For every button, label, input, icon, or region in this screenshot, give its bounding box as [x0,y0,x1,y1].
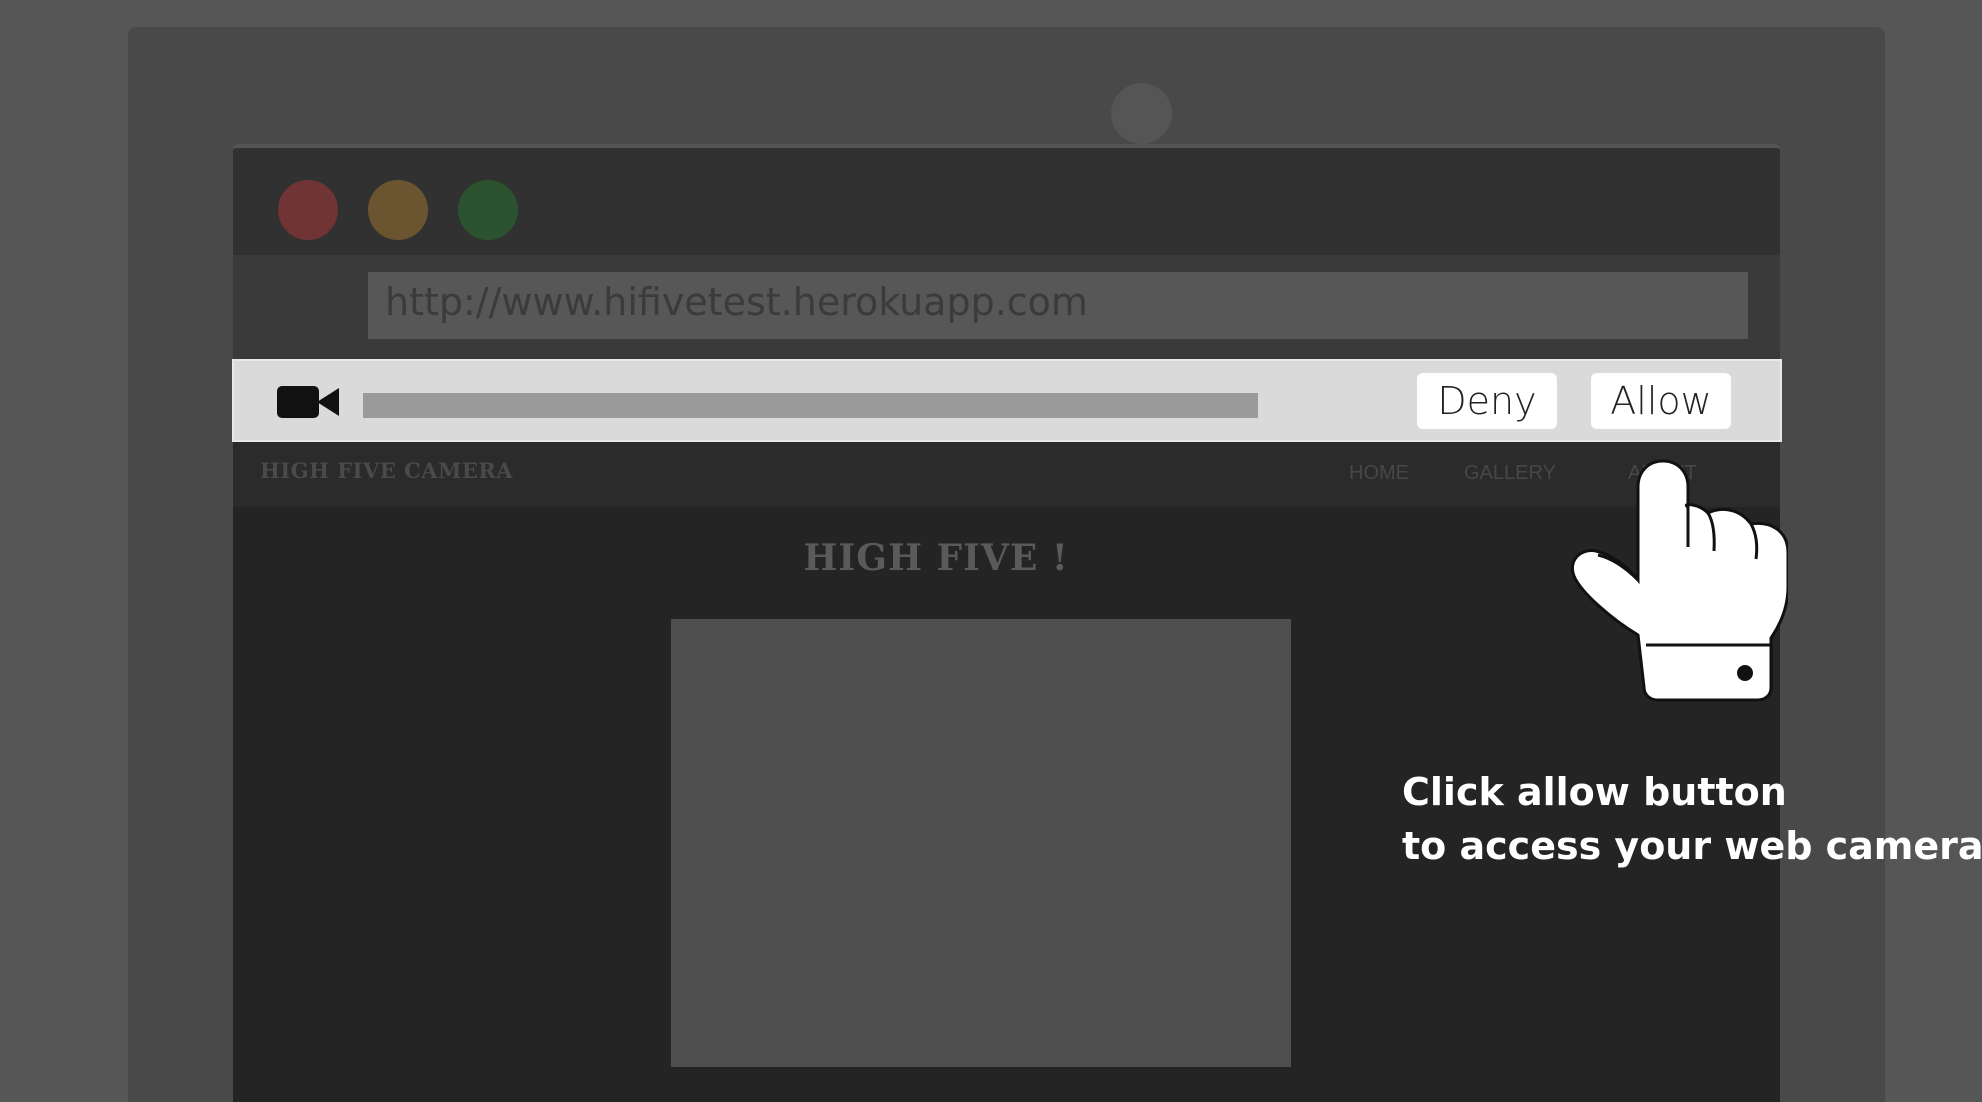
camera-preview [671,619,1291,1067]
address-bar-row: http://www.hifivetest.herokuapp.com [233,255,1780,359]
allow-hint-text: Click allow button to access your web ca… [1402,765,1982,873]
deny-button[interactable]: Deny [1417,373,1557,429]
hint-line-2: to access your web camera [1402,824,1982,868]
page-heading: HIGH FIVE ! [803,537,1069,579]
address-bar[interactable]: http://www.hifivetest.herokuapp.com [368,272,1748,339]
webcam-dot [1111,83,1172,144]
camera-permission-bar: Deny Allow [232,359,1782,442]
minimize-window-button[interactable] [368,180,428,240]
video-camera-icon [277,386,339,418]
nav-link-gallery[interactable]: GALLERY [1464,462,1556,485]
site-brand[interactable]: HIGH FIVE CAMERA [260,458,513,483]
pointing-hand-icon [1571,459,1788,702]
nav-link-home[interactable]: HOME [1349,462,1409,485]
title-bar [233,148,1780,255]
hint-line-1: Click allow button [1402,770,1787,814]
browser-window: http://www.hifivetest.herokuapp.com HIGH… [232,144,1782,1102]
permission-message-placeholder [363,393,1258,418]
site-navbar: HIGH FIVE CAMERA HOME GALLERY ABOUT [233,442,1780,507]
maximize-window-button[interactable] [458,180,518,240]
allow-button[interactable]: Allow [1591,373,1731,429]
close-window-button[interactable] [278,180,338,240]
